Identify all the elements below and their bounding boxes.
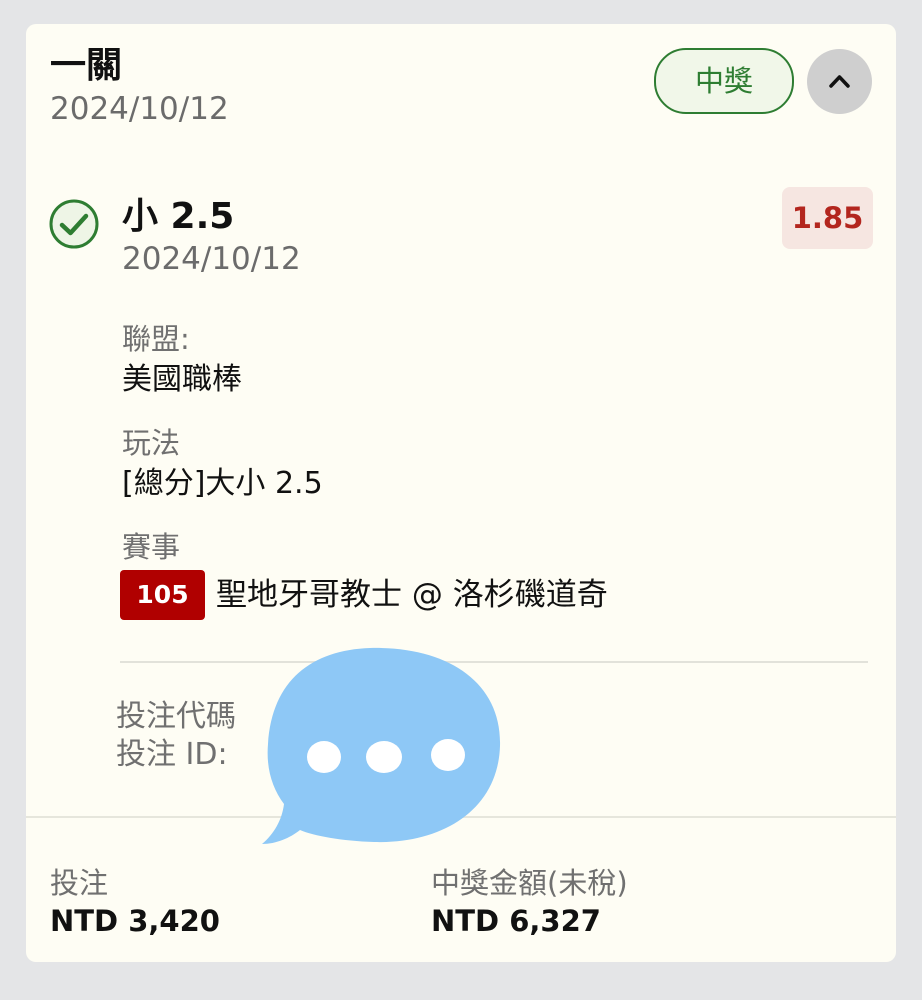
- ticket-date: 2024/10/12: [50, 91, 229, 127]
- league-label: 聯盟:: [122, 322, 190, 356]
- selection-date: 2024/10/12: [122, 241, 301, 277]
- odds-badge: 1.85: [782, 187, 873, 249]
- bet-code-label: 投注代碼: [116, 699, 236, 734]
- chevron-up-icon: [829, 75, 850, 88]
- selection-name: 小 2.5: [122, 196, 235, 237]
- stake-value: NTD 3,420: [50, 904, 220, 938]
- market-value: [總分]大小 2.5: [122, 466, 323, 501]
- bet-ticket-card: 一關 2024/10/12 中獎 小 2.5 2024/10/12 1.85 聯…: [26, 24, 896, 962]
- stake-label: 投注: [50, 866, 109, 900]
- bet-id-label: 投注 ID:: [116, 737, 228, 772]
- payout-value: NTD 6,327: [431, 904, 601, 938]
- league-value: 美國職棒: [122, 362, 242, 397]
- collapse-button[interactable]: [807, 49, 872, 114]
- event-label: 賽事: [122, 530, 181, 564]
- ticket-type: 一關: [50, 45, 123, 86]
- check-circle-icon: [49, 199, 99, 249]
- payout-label: 中獎金額(未稅): [431, 866, 628, 900]
- chat-bubble-icon: [262, 647, 501, 844]
- event-name: 聖地牙哥教士 @ 洛杉磯道奇: [216, 577, 608, 613]
- market-label: 玩法: [122, 426, 181, 460]
- win-status-badge: 中獎: [654, 48, 794, 114]
- event-id-badge: 105: [120, 570, 205, 620]
